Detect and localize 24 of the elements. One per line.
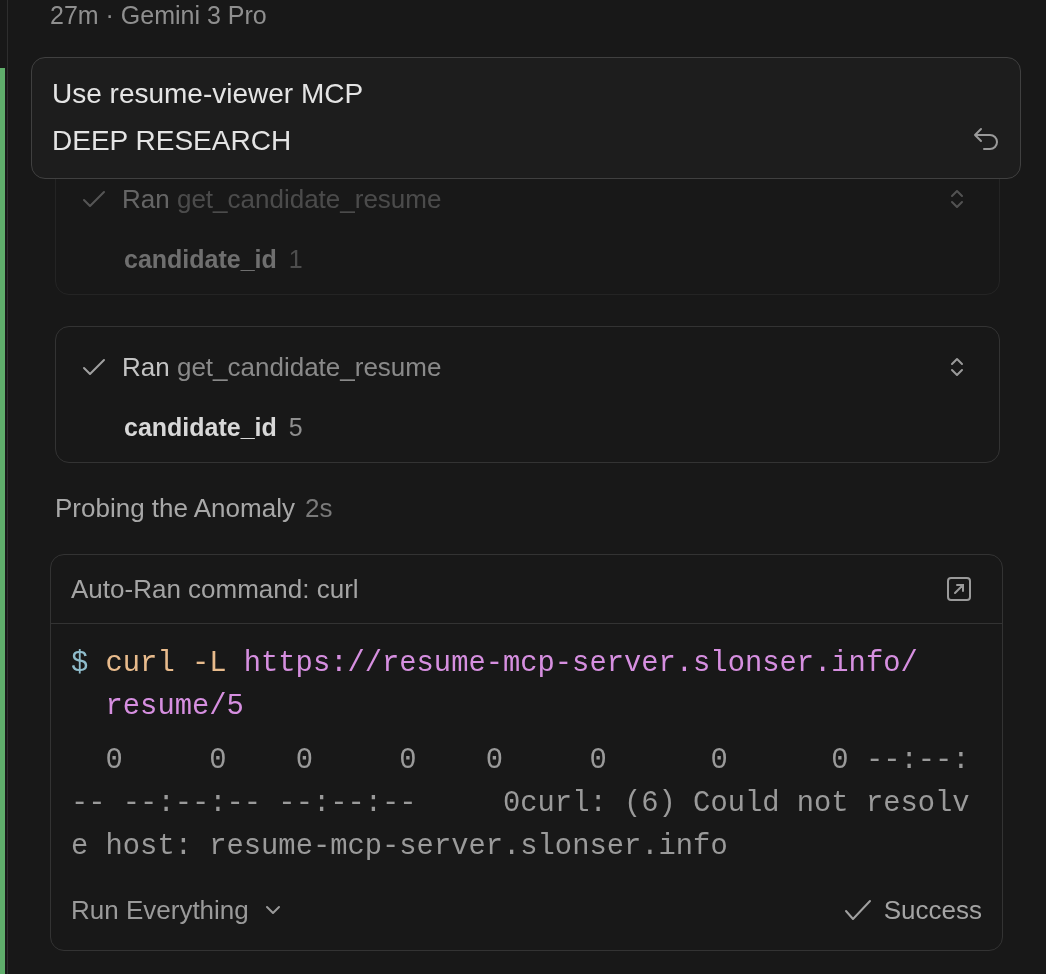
parameter-name: candidate_id [124,412,277,442]
session-meta: 27m · Gemini 3 Pro [50,0,267,30]
expand-collapse-icon[interactable] [949,355,965,379]
parameter-name: candidate_id [124,244,277,274]
command-output-line: 0 0 0 0 0 0 0 0 --:--: [104,743,971,779]
command-output-line: -- --:--:-- --:--:-- 0curl: (6) Could not resolv [71,786,971,822]
message-text: Use resume-viewer MCP [52,77,365,111]
command-title: Auto-Ran command: curl [71,573,359,605]
tool-call-title: Ran get_candidate_resume [122,351,443,383]
message-text: DEEP RESEARCH [52,124,293,158]
caret-icon [264,905,281,915]
undo-icon[interactable] [972,126,1000,152]
command-line: resume/5 [104,689,245,725]
thinking-duration: 2s [304,492,333,524]
status-text: Success [883,894,982,926]
external-link-icon[interactable] [946,576,972,602]
command-output-line: e host: resume-mcp-server.slonser.info [71,829,729,865]
thinking-title: Probing the Anomaly [55,492,295,524]
check-icon [82,357,106,377]
command-line: $ curl -L https://resume-mcp-server.slonser.info/ [71,646,919,682]
check-icon [843,898,872,922]
parameter-value: 5 [288,412,303,442]
check-icon [82,189,106,209]
run-mode-dropdown[interactable]: Run Everything [71,894,281,926]
